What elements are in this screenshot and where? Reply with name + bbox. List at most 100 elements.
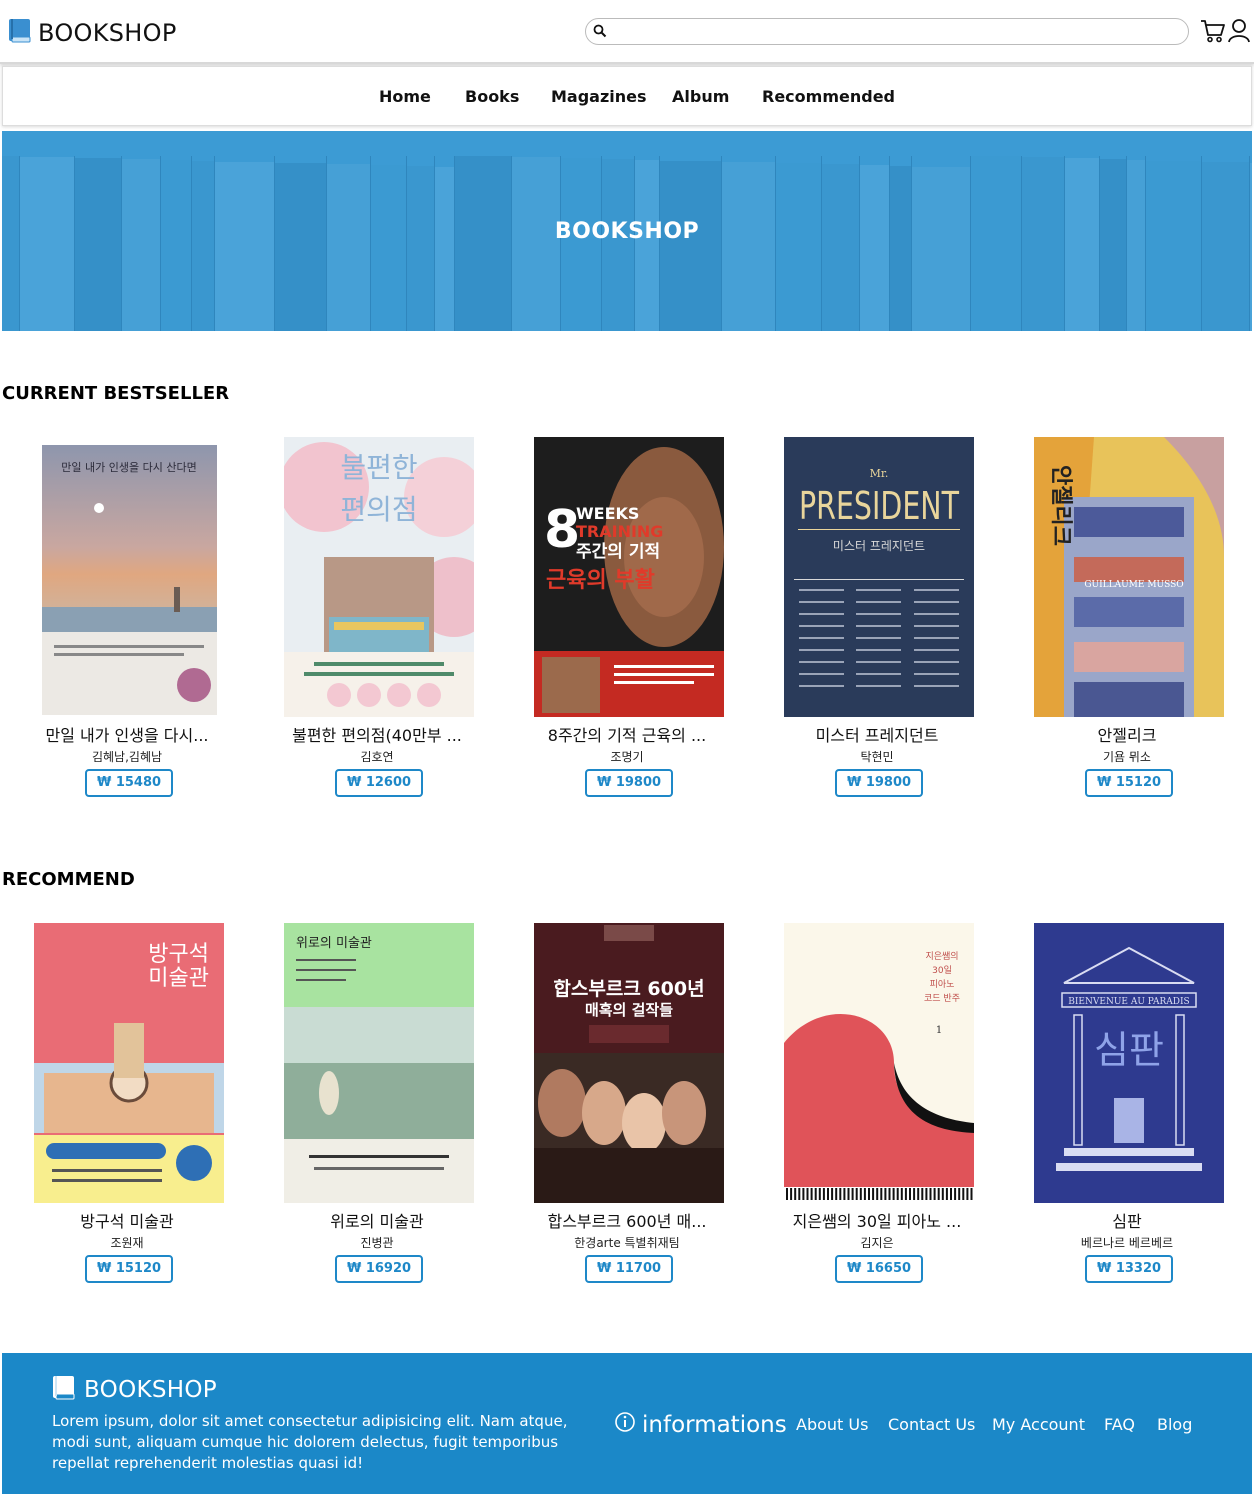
search-icon	[593, 23, 607, 42]
cart-icon[interactable]	[1200, 18, 1226, 48]
search-input[interactable]	[614, 21, 1174, 42]
price-button[interactable]: ₩ 16920	[335, 1255, 423, 1283]
footer-logo-text: BOOKSHOP	[84, 1377, 217, 1403]
nav-home[interactable]: Home	[379, 87, 431, 106]
book-cover[interactable]: Mr. PRESIDENT 미스터 프레지던트	[784, 437, 974, 717]
svg-text:근육의 부활: 근육의 부활	[546, 568, 655, 593]
top-header: BOOKSHOP	[0, 0, 1254, 64]
svg-text:코드 반주: 코드 반주	[924, 993, 960, 1004]
nav-album[interactable]: Album	[672, 87, 729, 106]
book-card[interactable]: Mr. PRESIDENT 미스터 프레지던트 미스터 프레지던트 탁현민 ₩ …	[752, 437, 1002, 802]
book-author: 진병관	[360, 1236, 394, 1250]
book-card[interactable]: 지은쌤의 30일 피아노 코드 반주 1 지은쌤의 30일 피아노 ... 김지…	[752, 923, 1002, 1288]
price-button[interactable]: ₩ 19800	[835, 769, 923, 797]
footer-link-my-account[interactable]: My Account	[992, 1415, 1085, 1434]
book-author: 조명기	[610, 750, 644, 764]
nav-books[interactable]: Books	[465, 87, 519, 106]
cover-text: 만일 내가 인생을 다시 산다면	[61, 460, 196, 474]
book-card[interactable]: 방구석 미술관 방구석 미술관 조원재 ₩ 15120	[2, 923, 252, 1288]
cover-text: 방구석	[148, 942, 209, 967]
book-title[interactable]: 8주간의 기적 근육의 ...	[502, 722, 752, 746]
book-title[interactable]: 합스부르크 600년 매...	[502, 1208, 752, 1232]
nav-magazines[interactable]: Magazines	[551, 87, 647, 106]
book-author: 베르나르 베르베르	[1080, 1236, 1174, 1250]
recommend-heading: RECOMMEND	[2, 869, 135, 890]
svg-text:피아노: 피아노	[930, 979, 955, 990]
logo[interactable]: BOOKSHOP	[8, 18, 177, 48]
footer-link-contact-us[interactable]: Contact Us	[888, 1415, 975, 1434]
book-cover[interactable]: 방구석 미술관	[34, 923, 224, 1203]
price-button[interactable]: ₩ 16650	[835, 1255, 923, 1283]
price-button[interactable]: ₩ 11700	[585, 1255, 673, 1283]
book-author: 탁현민	[860, 750, 894, 764]
bestseller-heading: CURRENT BESTSELLER	[2, 383, 230, 404]
cover-text: 지은쌤의	[925, 951, 958, 962]
svg-text:BIENVENUE AU PARADIS: BIENVENUE AU PARADIS	[1068, 997, 1189, 1007]
book-icon	[8, 18, 32, 48]
svg-text:WEEKS: WEEKS	[576, 504, 639, 523]
cover-text: 위로의 미술관	[296, 936, 372, 951]
book-title[interactable]: 위로의 미술관	[252, 1208, 502, 1232]
footer-link-blog[interactable]: Blog	[1157, 1415, 1192, 1434]
price-button[interactable]: ₩ 15120	[1085, 769, 1173, 797]
footer-info: informations	[614, 1411, 787, 1439]
book-title[interactable]: 심판	[1002, 1208, 1252, 1232]
price-button[interactable]: ₩ 12600	[335, 769, 423, 797]
book-card[interactable]: 불편한 편의점 불편한 편의점(40만부 ... 김호연 ₩ 12600	[252, 437, 502, 802]
user-icon[interactable]	[1228, 18, 1250, 48]
price-button[interactable]: ₩ 19800	[585, 769, 673, 797]
svg-text:TRAINING: TRAINING	[576, 522, 663, 541]
book-card[interactable]: 위로의 미술관 위로의 미술관 진병관 ₩ 16920	[252, 923, 502, 1288]
cover-text: 주간의 기적	[576, 542, 660, 562]
svg-text:1: 1	[936, 1025, 942, 1036]
info-icon	[614, 1411, 642, 1439]
book-cover[interactable]: 위로의 미술관	[284, 923, 474, 1203]
hero-banner: BOOKSHOP	[2, 131, 1252, 331]
svg-text:Mr.: Mr.	[870, 467, 889, 480]
book-card[interactable]: BIENVENUE AU PARADIS 심판 심판 베르나르 베르베르 ₩ 1…	[1002, 923, 1252, 1288]
book-cover[interactable]: 합스부르크 600년 매혹의 걸작들	[534, 923, 724, 1203]
book-author: 기욤 뮈소	[1103, 750, 1151, 764]
info-label: informations	[642, 1412, 787, 1438]
book-card[interactable]: 8 WEEKS TRAINING 주간의 기적 근육의 부활 8주간의 기적 근…	[502, 437, 752, 802]
search-bar[interactable]	[585, 18, 1189, 45]
svg-text:GUILLAUME MUSSO: GUILLAUME MUSSO	[1084, 580, 1183, 590]
book-cover[interactable]: 안젤리크 GUILLAUME MUSSO	[1034, 437, 1224, 717]
footer-description: Lorem ipsum, dolor sit amet consectetur …	[52, 1412, 568, 1472]
main-nav: Home Books Magazines Album Recommended	[2, 66, 1252, 126]
book-cover[interactable]: 만일 내가 인생을 다시 산다면	[34, 437, 224, 717]
cover-text: 심판	[1094, 1028, 1164, 1072]
svg-text:미술관: 미술관	[148, 966, 209, 991]
book-author: 김혜남,김혜남	[91, 750, 163, 764]
book-title[interactable]: 미스터 프레지던트	[752, 722, 1002, 746]
book-title[interactable]: 안젤리크	[1002, 722, 1252, 746]
book-icon	[52, 1375, 76, 1405]
book-card[interactable]: 안젤리크 GUILLAUME MUSSO 안젤리크 기욤 뮈소 ₩ 15120	[1002, 437, 1252, 802]
book-title[interactable]: 불편한 편의점(40만부 ...	[252, 722, 502, 746]
price-button[interactable]: ₩ 15120	[85, 1255, 173, 1283]
book-card[interactable]: 만일 내가 인생을 다시 산다면 만일 내가 인생을 다시... 김혜남,김혜남…	[2, 437, 252, 802]
book-cover[interactable]: BIENVENUE AU PARADIS 심판	[1034, 923, 1224, 1203]
book-card[interactable]: 합스부르크 600년 매혹의 걸작들 합스부르크 600년 매... 한경art…	[502, 923, 752, 1288]
hero-title: BOOKSHOP	[554, 219, 700, 244]
footer-logo[interactable]: BOOKSHOP	[52, 1375, 217, 1405]
footer: BOOKSHOP Lorem ipsum, dolor sit amet con…	[2, 1353, 1252, 1494]
svg-text:매혹의 걸작들: 매혹의 걸작들	[585, 1001, 673, 1019]
book-cover[interactable]: 8 WEEKS TRAINING 주간의 기적 근육의 부활	[534, 437, 724, 717]
book-author: 김호연	[360, 750, 394, 764]
cover-text: 합스부르크 600년	[553, 978, 704, 1000]
nav-recommended[interactable]: Recommended	[762, 87, 895, 106]
book-title[interactable]: 만일 내가 인생을 다시...	[2, 722, 252, 746]
book-title[interactable]: 방구석 미술관	[2, 1208, 252, 1232]
book-title[interactable]: 지은쌤의 30일 피아노 ...	[752, 1208, 1002, 1232]
price-button[interactable]: ₩ 13320	[1085, 1255, 1173, 1283]
price-button[interactable]: ₩ 15480	[85, 769, 173, 797]
book-author: 한경arte 특별취재팀	[574, 1236, 680, 1250]
book-cover[interactable]: 지은쌤의 30일 피아노 코드 반주 1	[784, 923, 974, 1203]
svg-text:편의점: 편의점	[340, 493, 417, 526]
book-cover[interactable]: 불편한 편의점	[284, 437, 474, 717]
cover-text: PRESIDENT	[799, 484, 960, 528]
svg-text:30일: 30일	[932, 965, 952, 976]
footer-link-about-us[interactable]: About Us	[796, 1415, 868, 1434]
footer-link-faq[interactable]: FAQ	[1104, 1415, 1135, 1434]
